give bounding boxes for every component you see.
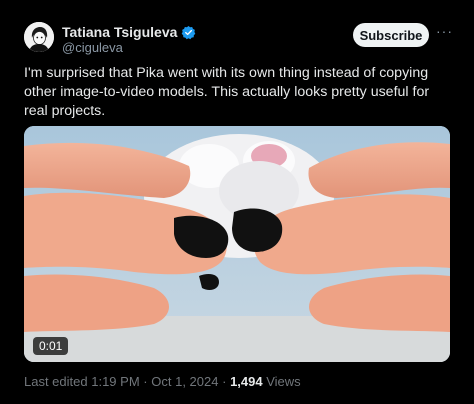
video-duration-badge: 0:01 — [33, 337, 69, 355]
author-handle[interactable]: @ciguleva — [62, 40, 123, 55]
meta-separator-2: · — [222, 374, 227, 389]
views-count[interactable]: 1,494 — [230, 374, 263, 389]
video-player[interactable]: 0:01 — [24, 126, 450, 362]
author-display-name[interactable]: Tatiana Tsiguleva — [62, 24, 177, 40]
tweet-metadata: Last edited 1:19 PM · Oct 1, 2024 · 1,49… — [24, 374, 301, 389]
tweet-text: I'm surprised that Pika went with its ow… — [24, 65, 430, 119]
author-name-row: Tatiana Tsiguleva — [62, 24, 196, 40]
avatar[interactable] — [24, 22, 54, 52]
views-label[interactable]: Views — [266, 374, 300, 389]
meta-separator: · — [143, 374, 148, 389]
video-thumbnail — [24, 126, 450, 362]
tweet-date[interactable]: Oct 1, 2024 — [151, 374, 218, 389]
tweet-card: Tatiana Tsiguleva @ciguleva Subscribe ··… — [0, 0, 474, 404]
more-options-icon[interactable]: ··· — [436, 24, 452, 42]
tweet-time[interactable]: 1:19 PM — [91, 374, 139, 389]
verified-badge-icon[interactable] — [181, 25, 196, 40]
subscribe-button[interactable]: Subscribe — [353, 23, 429, 47]
edited-label[interactable]: Last edited — [24, 374, 88, 389]
